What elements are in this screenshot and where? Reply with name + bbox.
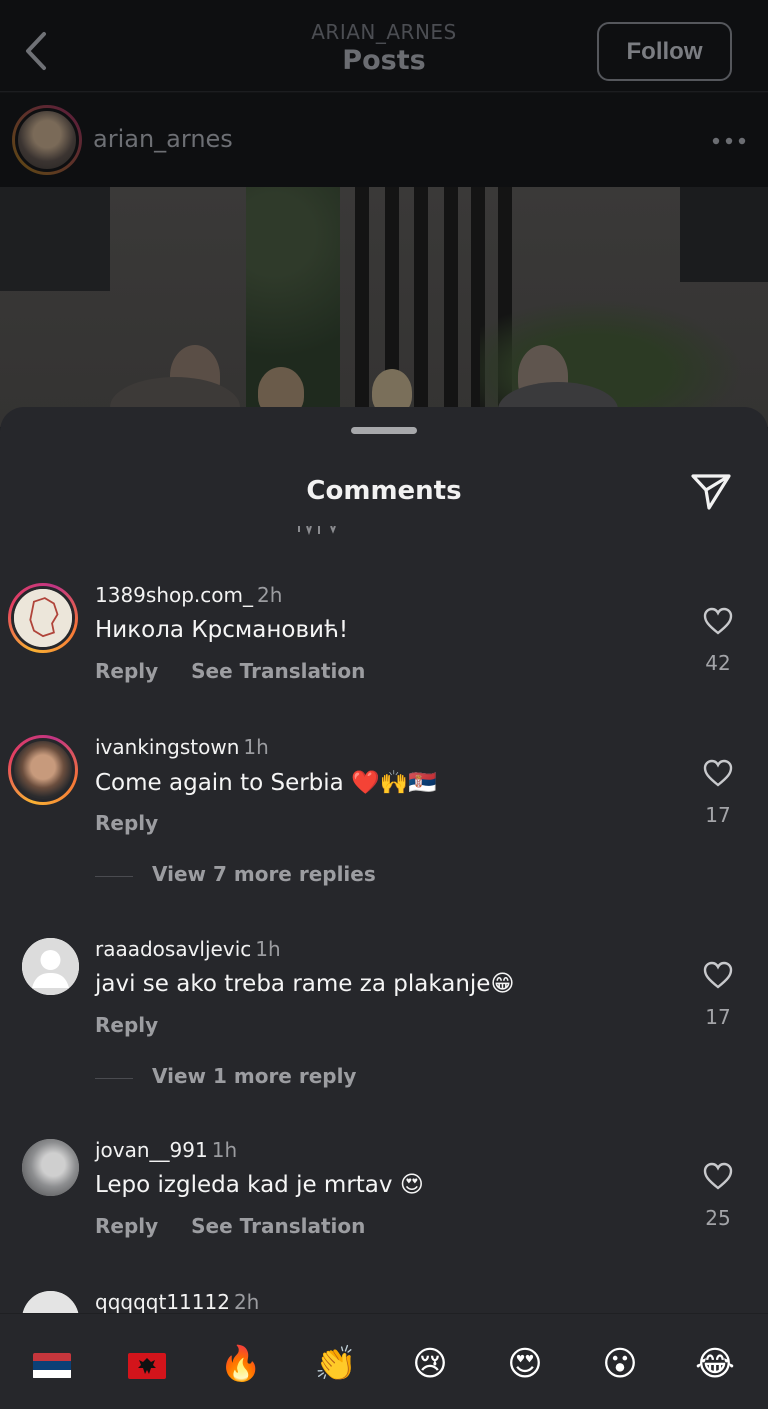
comment-username[interactable]: ivankingstown 1h (95, 735, 269, 759)
comment-actions: Reply See Translation (95, 1214, 391, 1238)
post-photo (0, 187, 768, 427)
emoji-surprised[interactable]: 😮 (595, 1342, 645, 1386)
comment-time: 1h (211, 1138, 238, 1162)
emoji-albania-flag[interactable] (122, 1342, 172, 1386)
comment-text: Никола Крсмановић! (95, 617, 349, 643)
comment-username[interactable]: jovan__991 1h (95, 1138, 237, 1162)
emoji-fire[interactable]: 🔥 (216, 1342, 266, 1386)
view-more-replies-button[interactable]: View 1 more reply (95, 1064, 495, 1094)
heart-outline-icon[interactable] (703, 607, 733, 635)
avatar[interactable] (8, 735, 78, 805)
reply-thread-line (95, 1078, 133, 1079)
sheet-title: Comments (306, 476, 462, 506)
emoji-heart-eyes[interactable]: 😍 (500, 1342, 550, 1386)
reply-button[interactable]: Reply (95, 659, 158, 683)
comment-text: Lepo izgleda kad je mrtav 😍 (95, 1172, 424, 1198)
comment-username[interactable]: qqqqqt11112 2h (95, 1290, 259, 1314)
scrolled-text-fragment (298, 526, 336, 536)
heart-outline-icon[interactable] (703, 759, 733, 787)
view-more-replies-button[interactable]: View 7 more replies (95, 862, 495, 892)
comment-username[interactable]: raaadosavljevic 1h (95, 937, 281, 961)
comment-text: Come again to Serbia ❤️🙌🇷🇸 (95, 770, 437, 796)
sheet-drag-handle[interactable] (351, 427, 417, 434)
top-navigation-bar: ARIAN_ARNES Posts Follow (0, 0, 768, 92)
comment-item: ivankingstown 1h Come again to Serbia ❤️🙌… (0, 735, 768, 865)
post-header: arian_arnes (0, 93, 768, 187)
comment-actions: Reply (95, 1013, 184, 1037)
comment-time: 1h (255, 937, 281, 961)
heart-outline-icon[interactable] (703, 961, 733, 989)
heart-outline-icon[interactable] (703, 1162, 733, 1190)
emoji-serbia-flag[interactable] (27, 1342, 77, 1386)
emoji-quick-reactions: 🔥 👏 😢 😍 😮 😂 (0, 1313, 768, 1409)
see-translation-button[interactable]: See Translation (191, 659, 365, 683)
comment-actions: Reply (95, 811, 184, 835)
comment-time: 2h (257, 583, 283, 607)
comment-item: 1389shop.com_ 2h Никола Крсмановић! Reply… (0, 583, 768, 713)
reply-button[interactable]: Reply (95, 1214, 158, 1238)
emoji-crying[interactable]: 😢 (405, 1342, 455, 1386)
comment-time: 2h (233, 1290, 260, 1314)
albania-flag-icon (128, 1352, 166, 1379)
comment-username[interactable]: 1389shop.com_ 2h (95, 583, 282, 607)
like-count: 17 (705, 803, 731, 827)
send-icon[interactable] (690, 472, 732, 512)
like-count: 25 (705, 1206, 731, 1230)
reply-button[interactable]: Reply (95, 811, 158, 835)
see-translation-button[interactable]: See Translation (191, 1214, 365, 1238)
comment-actions: Reply See Translation (95, 659, 391, 683)
comment-time: 1h (243, 735, 269, 759)
serbia-flag-icon (33, 1352, 71, 1379)
emoji-clapping[interactable]: 👏 (311, 1342, 361, 1386)
like-count: 42 (705, 651, 731, 675)
like-count: 17 (705, 1005, 731, 1029)
view-more-replies-label: View 1 more reply (152, 1064, 357, 1088)
post-username[interactable]: arian_arnes (93, 125, 233, 153)
emoji-laughing[interactable]: 😂 (690, 1342, 740, 1386)
reply-thread-line (95, 876, 133, 877)
comments-sheet: Comments 1389shop.com_ 2h Никола Крсманов… (0, 407, 768, 1409)
comment-text: javi se ako treba rame za plakanje😁 (95, 971, 515, 997)
comment-item: jovan__991 1h Lepo izgleda kad je mrtav 😍… (0, 1138, 768, 1268)
avatar[interactable] (22, 1139, 79, 1196)
more-horizontal-icon[interactable] (712, 137, 746, 145)
avatar[interactable] (8, 583, 78, 653)
avatar[interactable] (22, 938, 79, 995)
follow-button[interactable]: Follow (597, 22, 732, 81)
comment-item: raaadosavljevic 1h javi se ako treba rame… (0, 937, 768, 1067)
avatar[interactable] (12, 105, 82, 175)
reply-button[interactable]: Reply (95, 1013, 158, 1037)
view-more-replies-label: View 7 more replies (152, 862, 376, 886)
